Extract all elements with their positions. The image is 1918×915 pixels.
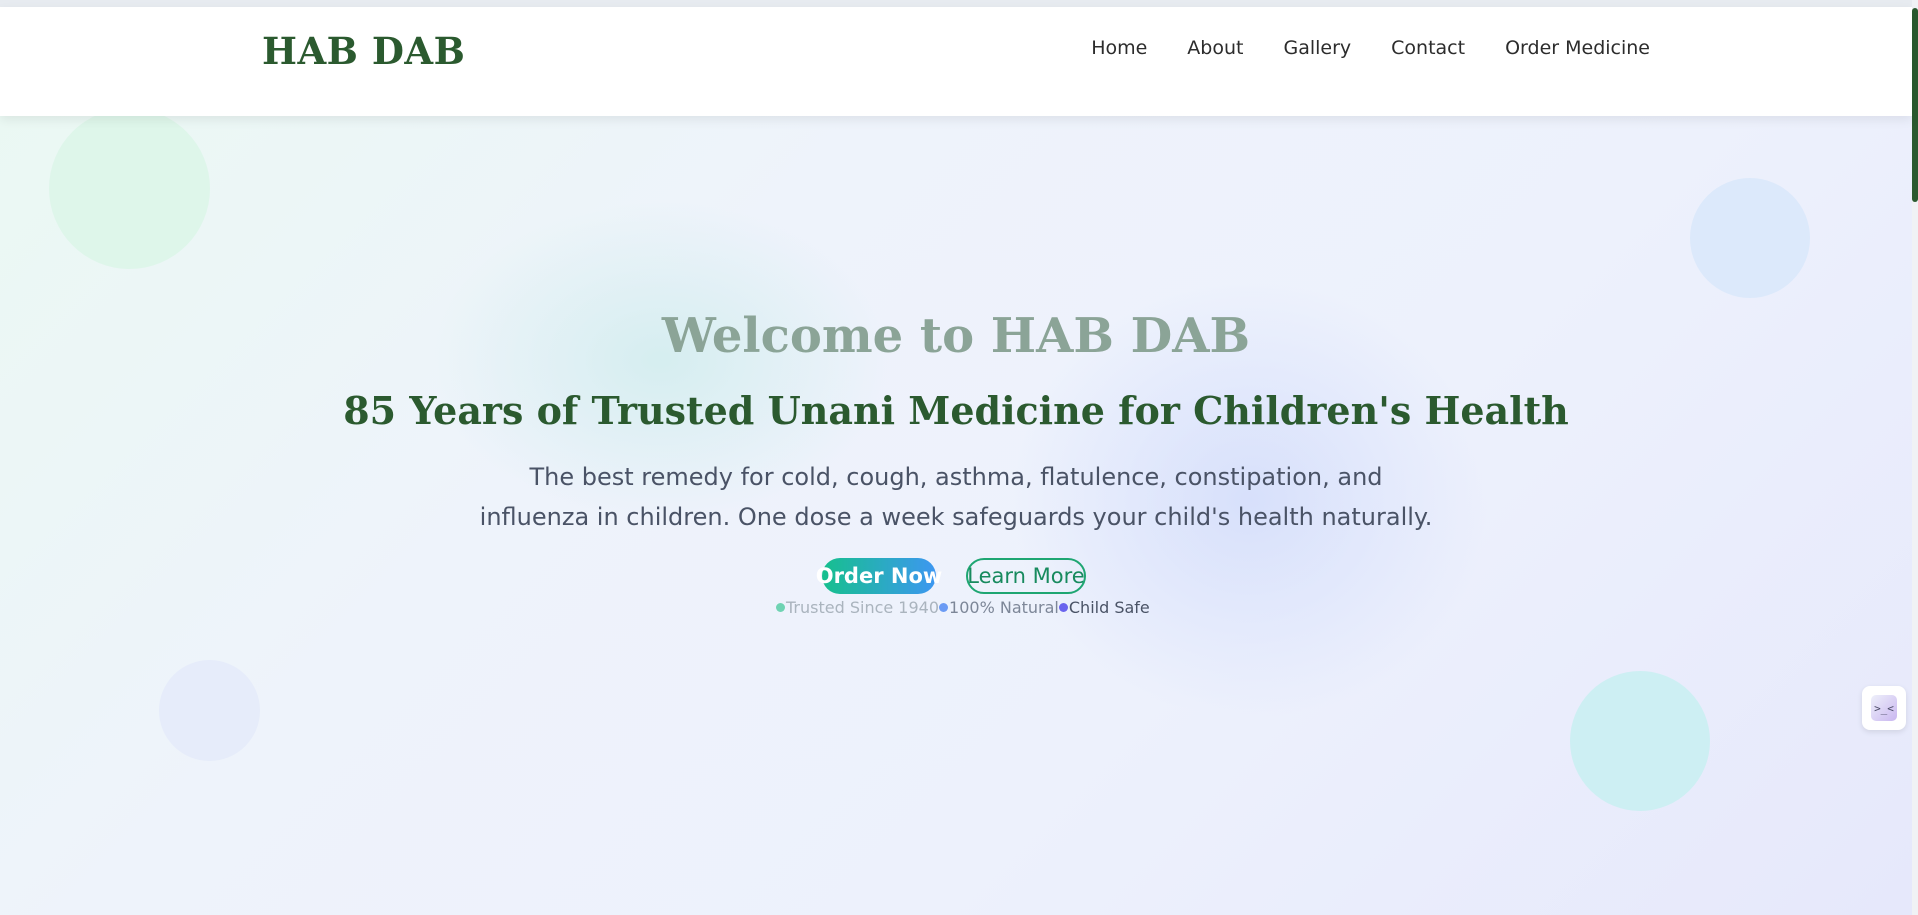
decorative-circle [159,660,260,761]
nav-contact[interactable]: Contact [1391,37,1465,59]
order-now-button[interactable]: Order Now [816,558,942,594]
chat-widget-icon: >_< [1871,695,1897,721]
badge-label: Child Safe [1068,598,1150,617]
badge-label: Trusted Since 1940 [786,598,940,617]
decorative-circle [1570,671,1710,811]
badge-dot-icon [776,603,785,612]
brand-logo[interactable]: HAB DAB [262,29,465,73]
decorative-circle [49,108,210,269]
navbar: HAB DAB Home About Gallery Contact Order… [0,7,1912,116]
badge-dot-icon [939,603,949,612]
nav-links: Home About Gallery Contact Order Medicin… [1091,37,1650,59]
trust-badges: Trusted Since 1940 100% Natural Child Sa… [776,598,1150,617]
page: HAB DAB Home About Gallery Contact Order… [0,0,1918,915]
badge-child-safe: Child Safe [1058,598,1150,617]
nav-gallery[interactable]: Gallery [1283,37,1351,59]
badge-natural: 100% Natural [939,598,1059,617]
decorative-circle [1690,178,1810,298]
nav-home[interactable]: Home [1091,37,1147,59]
learn-more-button[interactable]: Learn More [966,558,1086,594]
hero-buttons: Order Now Learn More [816,558,1086,594]
hero-subtitle: 85 Years of Trusted Unani Medicine for C… [343,388,1569,433]
nav-order-medicine[interactable]: Order Medicine [1505,37,1650,59]
badge-dot-icon [1058,603,1068,612]
badge-label: 100% Natural [949,598,1059,617]
scrollbar-thumb[interactable] [1912,8,1918,202]
nav-about[interactable]: About [1187,37,1243,59]
hero-title: Welcome to HAB DAB [661,308,1251,364]
top-border [0,0,1918,7]
badge-trusted: Trusted Since 1940 [776,598,939,617]
hero-description: The best remedy for cold, cough, asthma,… [479,463,1433,531]
side-chat-widget[interactable]: >_< [1862,686,1906,730]
